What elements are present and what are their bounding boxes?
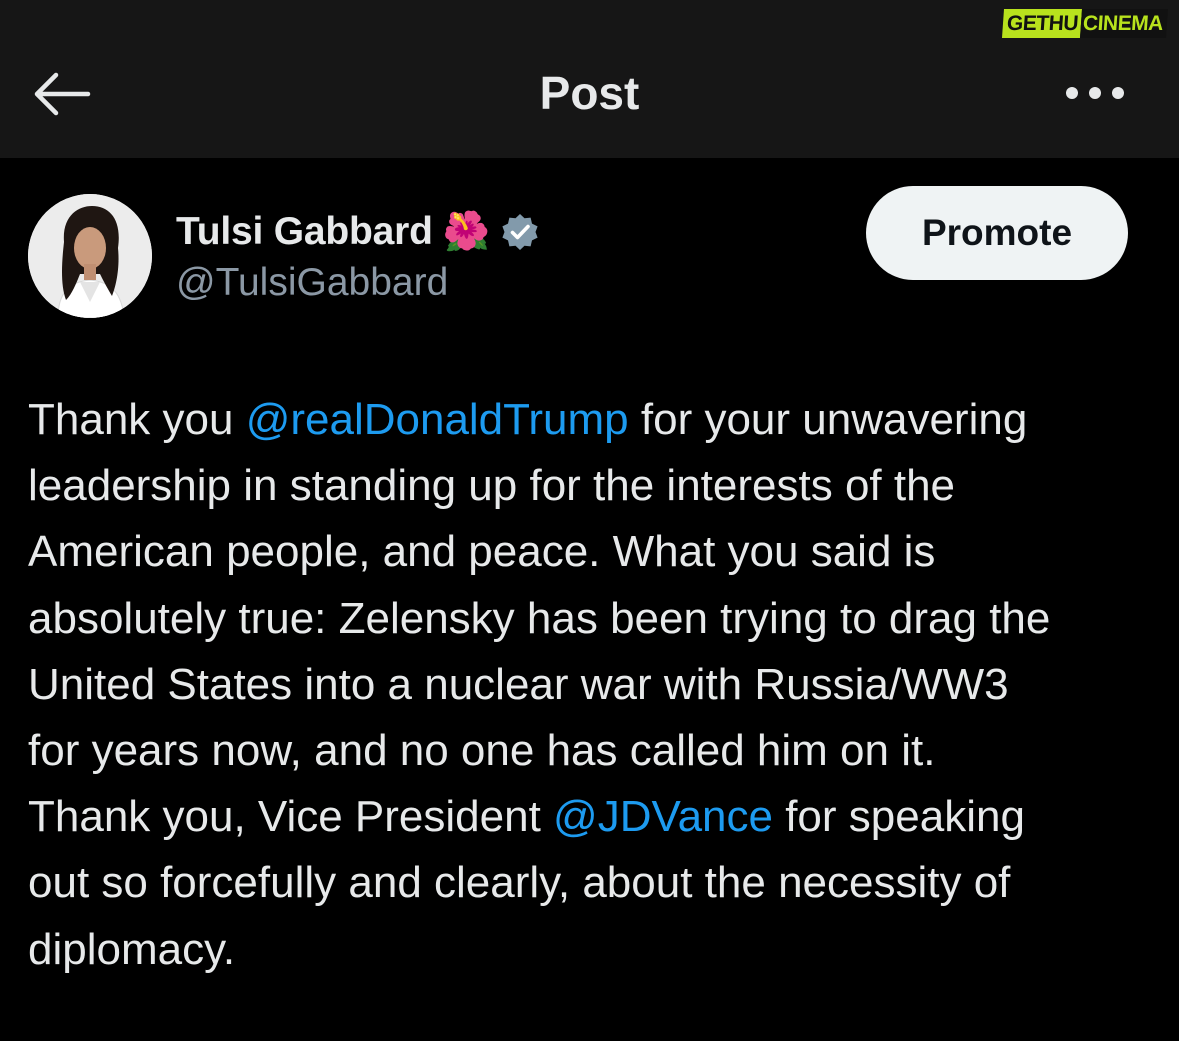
mention-link[interactable]: @JDVance bbox=[553, 792, 773, 841]
author-handle[interactable]: @TulsiGabbard bbox=[176, 258, 448, 308]
author-avatar[interactable] bbox=[28, 194, 152, 318]
post-text-segment: Thank you, Vice President bbox=[28, 792, 554, 842]
post-line: American people, and peace. What you sai… bbox=[28, 527, 936, 577]
more-horizontal-icon bbox=[1066, 87, 1124, 99]
more-options-button[interactable] bbox=[1062, 80, 1128, 106]
watermark-part-2: CINEMA bbox=[1079, 9, 1168, 38]
page-title: Post bbox=[539, 67, 640, 119]
verified-badge-icon bbox=[502, 214, 538, 250]
post-line: for years now, and no one has called him… bbox=[28, 725, 936, 775]
post-text-segment: Thank you bbox=[28, 395, 246, 444]
post-text: Thank you @realDonaldTrump for your unwa… bbox=[28, 387, 1163, 983]
avatar-portrait bbox=[28, 194, 152, 318]
channel-watermark: GETHU CINEMA bbox=[1001, 9, 1168, 38]
post-line: leadership in standing up for the intere… bbox=[28, 461, 956, 511]
promote-button[interactable]: Promote bbox=[866, 186, 1128, 280]
author-name: Tulsi Gabbard bbox=[176, 210, 433, 253]
hibiscus-emoji: 🌺 bbox=[442, 211, 491, 253]
post-line: diplomacy. bbox=[28, 924, 236, 974]
post-text-segment: for your unwavering bbox=[628, 395, 1028, 444]
post-line: Thank you, Vice President @JDVance for s… bbox=[28, 784, 1163, 850]
post-line: Thank you @realDonaldTrump for your unwa… bbox=[28, 387, 1163, 453]
post-line: absolutely true: Zelensky has been tryin… bbox=[28, 593, 1051, 643]
watermark-part-1: GETHU bbox=[1001, 9, 1083, 38]
post-line: out so forcefully and clearly, about the… bbox=[28, 858, 1011, 908]
author-name-row[interactable]: Tulsi Gabbard 🌺 bbox=[176, 207, 540, 257]
post-text-segment: for speaking bbox=[772, 792, 1025, 842]
post-line: United States into a nuclear war with Ru… bbox=[28, 659, 1009, 709]
mention-link[interactable]: @realDonaldTrump bbox=[246, 395, 629, 444]
